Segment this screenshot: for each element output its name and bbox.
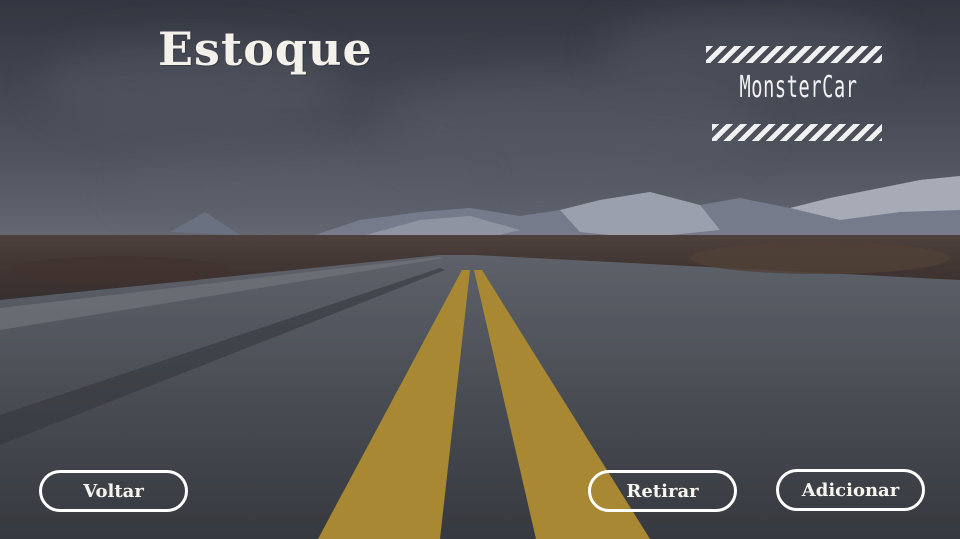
logo-text: MonsterCar bbox=[739, 70, 858, 105]
stock-screen: Estoque MonsterCar Voltar Retirar Adicio… bbox=[0, 0, 960, 539]
add-button[interactable]: Adicionar bbox=[776, 469, 925, 511]
remove-button[interactable]: Retirar bbox=[588, 470, 737, 512]
logo-stripe-top bbox=[706, 46, 882, 63]
back-button[interactable]: Voltar bbox=[39, 470, 188, 512]
page-title: Estoque bbox=[158, 22, 373, 76]
logo-stripe-bottom bbox=[712, 124, 882, 141]
monstercar-logo: MonsterCar bbox=[706, 46, 882, 142]
